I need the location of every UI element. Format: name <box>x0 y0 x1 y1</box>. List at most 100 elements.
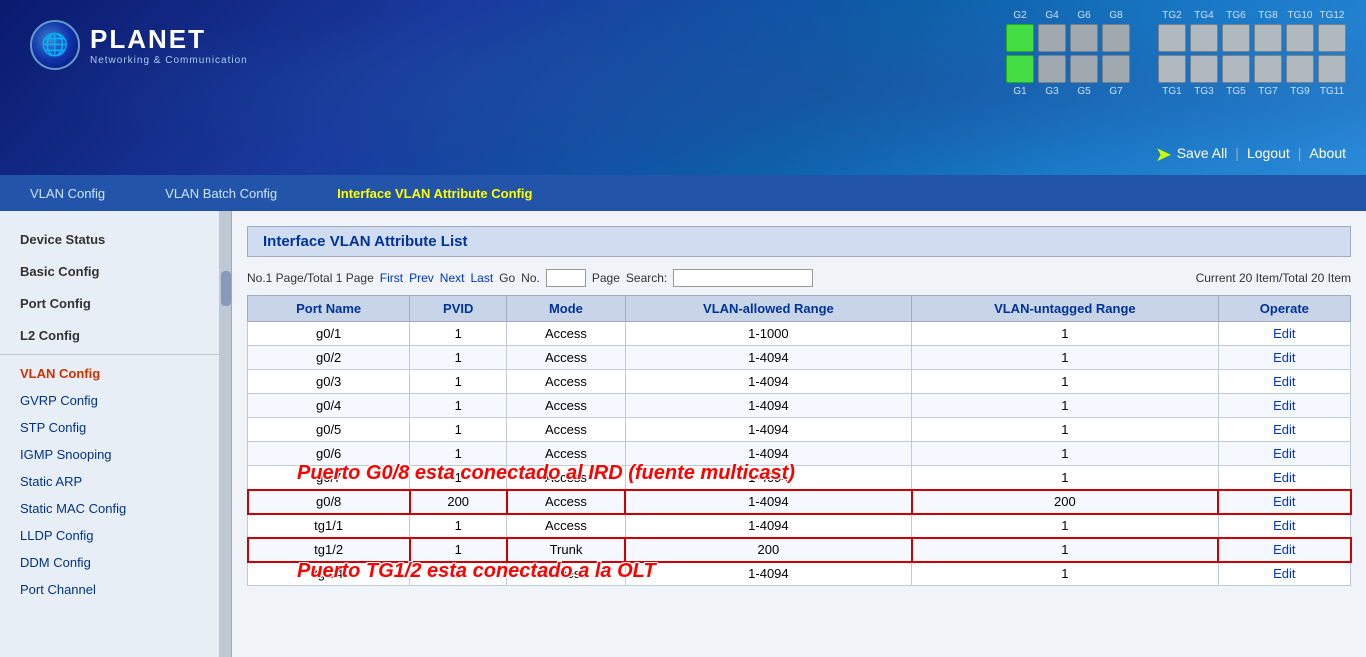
cell-port: g0/2 <box>248 346 410 370</box>
cell-edit[interactable]: Edit <box>1218 442 1350 466</box>
sidebar-item-stp-config[interactable]: STP Config <box>0 414 219 441</box>
table-header-row: Port Name PVID Mode VLAN-allowed Range V… <box>248 296 1351 322</box>
page-number-input[interactable] <box>546 269 586 287</box>
cell-allowed: 1-4094 <box>625 370 911 394</box>
col-vlan-allowed: VLAN-allowed Range <box>625 296 911 322</box>
port-label-tg1: TG1 <box>1158 86 1186 97</box>
logout-link[interactable]: Logout <box>1247 145 1290 161</box>
cell-edit[interactable]: Edit <box>1218 466 1350 490</box>
port-label-g7: G7 <box>1102 86 1130 97</box>
port-g4[interactable] <box>1038 24 1066 52</box>
separator-2: | <box>1298 145 1302 161</box>
port-tg10[interactable] <box>1286 24 1314 52</box>
sidebar-item-port-channel[interactable]: Port Channel <box>0 576 219 603</box>
port-tg9[interactable] <box>1286 55 1314 83</box>
port-g7[interactable] <box>1102 55 1130 83</box>
col-port-name: Port Name <box>248 296 410 322</box>
port-tg8[interactable] <box>1254 24 1282 52</box>
cell-edit[interactable]: Edit <box>1218 418 1350 442</box>
cell-untagged: 1 <box>912 346 1219 370</box>
port-tg11[interactable] <box>1318 55 1346 83</box>
port-label-tg9: TG9 <box>1286 86 1314 97</box>
cell-pvid: 1 <box>410 562 507 586</box>
port-g2[interactable] <box>1006 24 1034 52</box>
cell-port: tg1/1 <box>248 514 410 538</box>
cell-edit[interactable]: Edit <box>1218 346 1350 370</box>
first-page-link[interactable]: First <box>380 271 403 285</box>
table-row: tg1/1 1 Access 1-4094 1 Edit <box>248 514 1351 538</box>
port-label-tg11: TG11 <box>1318 86 1346 97</box>
cell-edit[interactable]: Edit <box>1218 370 1350 394</box>
interface-vlan-table: Port Name PVID Mode VLAN-allowed Range V… <box>247 295 1351 586</box>
port-tg5[interactable] <box>1222 55 1250 83</box>
about-link[interactable]: About <box>1309 145 1346 161</box>
port-label-tg10: TG10 <box>1286 10 1314 21</box>
port-label-g5: G5 <box>1070 86 1098 97</box>
save-all-link[interactable]: Save All <box>1177 145 1228 161</box>
port-tg2[interactable] <box>1158 24 1186 52</box>
cell-port: g0/1 <box>248 322 410 346</box>
sidebar-item-port-config[interactable]: Port Config <box>0 290 219 317</box>
next-page-link[interactable]: Next <box>440 271 465 285</box>
port-tg1[interactable] <box>1158 55 1186 83</box>
sidebar-item-ddm-config[interactable]: DDM Config <box>0 549 219 576</box>
menu-vlan-config[interactable]: VLAN Config <box>20 181 115 206</box>
last-page-link[interactable]: Last <box>470 271 493 285</box>
port-tg7[interactable] <box>1254 55 1282 83</box>
content-title: Interface VLAN Attribute List <box>247 226 1351 257</box>
port-group-g-top: G2 G4 G6 G8 <box>1006 10 1130 21</box>
cell-edit[interactable]: Edit <box>1218 514 1350 538</box>
cell-mode: Access <box>507 394 626 418</box>
port-tg12[interactable] <box>1318 24 1346 52</box>
port-g5[interactable] <box>1070 55 1098 83</box>
cell-port: g0/4 <box>248 394 410 418</box>
cell-allowed: 1-4094 <box>625 562 911 586</box>
port-tg3[interactable] <box>1190 55 1218 83</box>
cell-port: g0/6 <box>248 442 410 466</box>
cell-untagged: 1 <box>912 418 1219 442</box>
sidebar-item-static-mac-config[interactable]: Static MAC Config <box>0 495 219 522</box>
sidebar-item-igmp-snooping[interactable]: IGMP Snooping <box>0 441 219 468</box>
cell-port: tg1/2 <box>248 538 410 562</box>
sidebar-item-gvrp-config[interactable]: GVRP Config <box>0 387 219 414</box>
menu-interface-vlan-attr[interactable]: Interface VLAN Attribute Config <box>327 181 542 206</box>
port-g6[interactable] <box>1070 24 1098 52</box>
logo-brand: PLANET <box>90 24 248 55</box>
sidebar-item-static-arp[interactable]: Static ARP <box>0 468 219 495</box>
search-input[interactable] <box>673 269 813 287</box>
port-tg6[interactable] <box>1222 24 1250 52</box>
sidebar-item-device-status[interactable]: Device Status <box>0 226 219 253</box>
cell-edit[interactable]: Edit <box>1218 538 1350 562</box>
port-label-g2: G2 <box>1006 10 1034 21</box>
port-label-tg7: TG7 <box>1254 86 1282 97</box>
table-row: g0/4 1 Access 1-4094 1 Edit <box>248 394 1351 418</box>
col-mode: Mode <box>507 296 626 322</box>
cell-edit[interactable]: Edit <box>1218 490 1350 514</box>
no-label: No. <box>521 271 540 285</box>
cell-edit[interactable]: Edit <box>1218 562 1350 586</box>
sidebar-item-vlan-config[interactable]: VLAN Config <box>0 360 219 387</box>
table-row: g0/3 1 Access 1-4094 1 Edit <box>248 370 1351 394</box>
sidebar-item-basic-config[interactable]: Basic Config <box>0 258 219 285</box>
port-g8[interactable] <box>1102 24 1130 52</box>
prev-page-link[interactable]: Prev <box>409 271 434 285</box>
cell-edit[interactable]: Edit <box>1218 322 1350 346</box>
cell-pvid: 200 <box>410 490 507 514</box>
cell-mode: Access <box>507 370 626 394</box>
cell-pvid: 1 <box>410 466 507 490</box>
cell-allowed: 1-1000 <box>625 322 911 346</box>
menu-vlan-batch-config[interactable]: VLAN Batch Config <box>155 181 287 206</box>
sidebar-item-l2-config[interactable]: L2 Config <box>0 322 219 349</box>
sidebar-scrollbar[interactable] <box>220 211 232 657</box>
sidebar-item-lldp-config[interactable]: LLDP Config <box>0 522 219 549</box>
port-tg4[interactable] <box>1190 24 1218 52</box>
cell-port: g0/3 <box>248 370 410 394</box>
cell-edit[interactable]: Edit <box>1218 394 1350 418</box>
cell-mode: Access <box>507 442 626 466</box>
top-navigation: ➤ Save All | Logout | About <box>1155 140 1346 165</box>
port-g1[interactable] <box>1006 55 1034 83</box>
cell-mode: Access <box>507 418 626 442</box>
sidebar-scrollbar-thumb <box>221 271 231 306</box>
cell-untagged: 1 <box>912 442 1219 466</box>
port-g3[interactable] <box>1038 55 1066 83</box>
